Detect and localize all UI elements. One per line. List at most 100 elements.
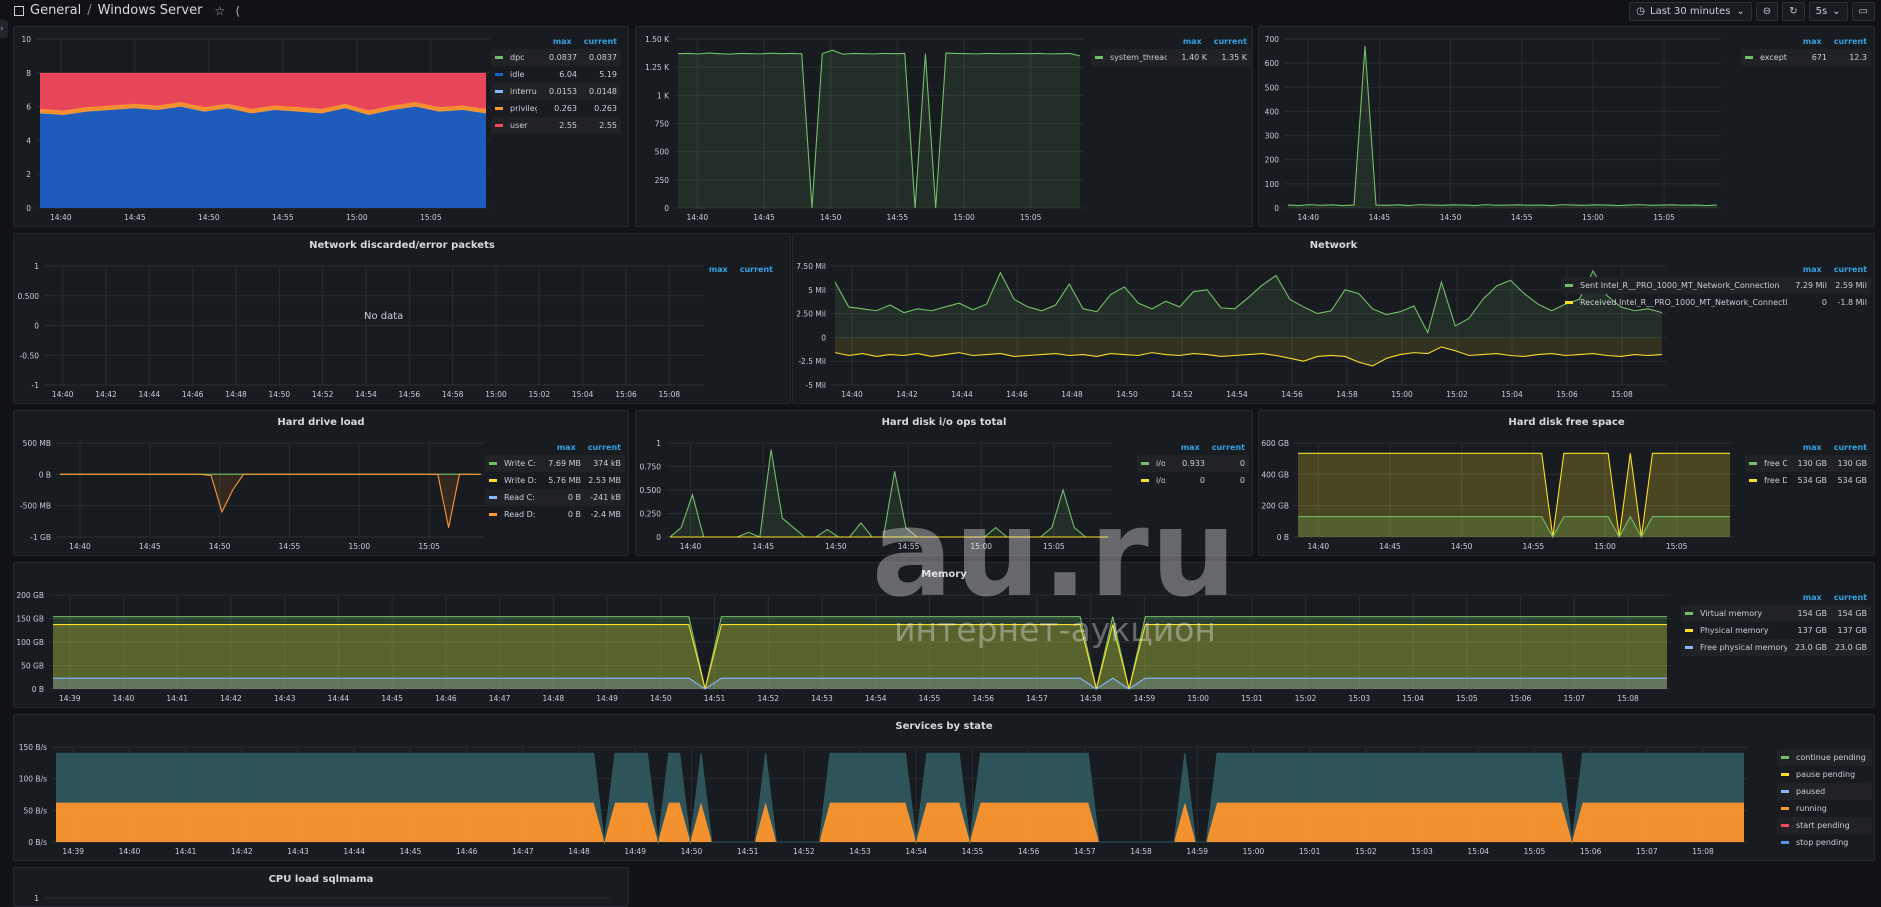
- share-icon[interactable]: ⟨: [235, 4, 240, 18]
- legend-current-header[interactable]: current: [584, 35, 617, 49]
- dashboard-title[interactable]: Windows Server: [98, 3, 203, 18]
- legend-header: max current: [1745, 441, 1871, 455]
- zoom-out-button[interactable]: ⊖: [1756, 2, 1778, 21]
- x-tick-label: 15:07: [1563, 694, 1585, 703]
- x-tick-label: 15:02: [1446, 390, 1468, 399]
- legend-item[interactable]: user2.552.55: [491, 117, 621, 134]
- legend-max-header[interactable]: max: [709, 263, 728, 277]
- legend-series-name: privileged: [510, 104, 537, 113]
- hdload-panel[interactable]: Hard drive load-1 GB-500 MB0 B500 MB14:4…: [13, 410, 629, 556]
- x-tick-label: 14:50: [269, 390, 291, 399]
- legend-current-value: 0.0837: [577, 53, 617, 62]
- legend-current-header[interactable]: current: [1834, 263, 1867, 277]
- legend-item[interactable]: i/o D:00: [1137, 472, 1249, 489]
- legend-item[interactable]: i/o C:0.9330: [1137, 455, 1249, 472]
- netdisc-panel[interactable]: Network discarded/error packets-1-0.5000…: [13, 233, 791, 404]
- legend-max-value: 0 B: [541, 493, 581, 502]
- refresh-interval-picker[interactable]: 5s⌄: [1809, 2, 1848, 21]
- legend-item[interactable]: Virtual memory154 GB154 GB: [1681, 605, 1871, 622]
- cpu-panel[interactable]: 024681014:4014:4514:5014:5515:0015:05max…: [13, 26, 629, 227]
- hdio-panel[interactable]: Hard disk i/o ops total00.2500.5000.7501…: [635, 410, 1253, 556]
- legend-swatch: [1685, 612, 1693, 615]
- legend-item[interactable]: pause pending: [1777, 766, 1872, 783]
- hdfree-panel[interactable]: Hard disk free space0 B200 GB400 GB600 G…: [1258, 410, 1875, 556]
- x-tick-label: 14:55: [887, 213, 909, 222]
- legend-max-header[interactable]: max: [1181, 441, 1200, 455]
- legend-current-header[interactable]: current: [1214, 35, 1247, 49]
- threads-panel[interactable]: 02505007501 K1.25 K1.50 K14:4014:4514:50…: [635, 26, 1253, 227]
- y-tick-label: -5 Mil: [805, 381, 826, 390]
- legend-item[interactable]: continue pending: [1777, 749, 1872, 766]
- legend-max-header[interactable]: max: [1183, 35, 1202, 49]
- legend-max-header[interactable]: max: [553, 35, 572, 49]
- legend-swatch: [489, 513, 497, 516]
- legend-max-header[interactable]: max: [1803, 263, 1822, 277]
- legend-item[interactable]: paused: [1777, 783, 1872, 800]
- x-tick-label: 15:06: [1580, 847, 1602, 856]
- legend-max-value: 6.04: [537, 70, 577, 79]
- legend-current-header[interactable]: current: [1834, 35, 1867, 49]
- x-tick-label: 14:47: [512, 847, 534, 856]
- y-tick-label: 0: [1274, 204, 1279, 213]
- legend-max-value: 0: [1165, 476, 1205, 485]
- legend-item[interactable]: Write D:5.76 MB2.53 MB: [485, 472, 625, 489]
- x-tick-label: 15:02: [1355, 847, 1377, 856]
- tv-mode-button[interactable]: ▭: [1852, 2, 1875, 21]
- x-tick-label: 15:08: [1611, 390, 1633, 399]
- services-panel[interactable]: Services by state0 B/s50 B/s100 B/s150 B…: [13, 714, 1875, 861]
- legend-item[interactable]: interrupt0.01530.0148: [491, 83, 621, 100]
- legend-item[interactable]: exceptions67112.3: [1741, 49, 1871, 66]
- legend-max-header[interactable]: max: [557, 441, 576, 455]
- legend-current-header[interactable]: current: [1834, 441, 1867, 455]
- legend-current-header[interactable]: current: [1212, 441, 1245, 455]
- legend-header: max current: [485, 441, 625, 455]
- sidebar-toggle[interactable]: ›: [0, 20, 8, 38]
- x-tick-label: 15:00: [1243, 847, 1265, 856]
- legend-max-header[interactable]: max: [1803, 35, 1822, 49]
- cpusql-panel[interactable]: CPU load sqlmama1: [13, 867, 629, 907]
- legend-item[interactable]: Free physical memory23.0 GB23.0 GB: [1681, 639, 1871, 656]
- legend-current-value: 0.263: [577, 104, 617, 113]
- legend-swatch: [1745, 56, 1753, 59]
- time-range-picker[interactable]: ◷Last 30 minutes⌄: [1629, 2, 1752, 21]
- breadcrumb-folder[interactable]: General: [30, 3, 81, 18]
- legend-item[interactable]: Sent Intel_R__PRO_1000_MT_Network_Connec…: [1561, 277, 1871, 294]
- cpu-legend: max currentdpc0.08370.0837idle6.045.19int…: [491, 35, 621, 134]
- legend-current-header[interactable]: current: [588, 441, 621, 455]
- legend-max-header[interactable]: max: [1803, 441, 1822, 455]
- legend-item[interactable]: dpc0.08370.0837: [491, 49, 621, 66]
- x-tick-label: 14:55: [279, 542, 301, 551]
- y-tick-label: 0: [664, 204, 669, 213]
- x-tick-label: 14:48: [1061, 390, 1083, 399]
- refresh-button[interactable]: ↻: [1782, 2, 1804, 21]
- legend-max-value: 5.76 MB: [541, 476, 581, 485]
- legend-item[interactable]: privileged0.2630.263: [491, 100, 621, 117]
- legend-current-header[interactable]: current: [740, 263, 773, 277]
- legend-item[interactable]: Physical memory137 GB137 GB: [1681, 622, 1871, 639]
- legend-item[interactable]: start pending: [1777, 817, 1872, 834]
- x-tick-label: 14:58: [442, 390, 464, 399]
- x-tick-label: 14:42: [95, 390, 117, 399]
- x-tick-label: 14:45: [1369, 213, 1391, 222]
- legend-max-header[interactable]: max: [1803, 591, 1822, 605]
- star-icon[interactable]: ☆: [214, 4, 225, 18]
- legend-item[interactable]: stop pending: [1777, 834, 1872, 851]
- memory-panel[interactable]: Memory0 B50 GB100 GB150 GB200 GB14:3914:…: [13, 562, 1875, 708]
- legend-current-header[interactable]: current: [1834, 591, 1867, 605]
- legend-swatch: [489, 496, 497, 499]
- legend-item[interactable]: Read C:0 B-241 kB: [485, 489, 625, 506]
- apps-icon[interactable]: [14, 6, 24, 16]
- exceptions-panel[interactable]: 010020030040050060070014:4014:4514:5014:…: [1258, 26, 1875, 227]
- legend-item[interactable]: idle6.045.19: [491, 66, 621, 83]
- legend-swatch: [1141, 462, 1149, 465]
- legend-item[interactable]: Read D:0 B-2.4 MB: [485, 506, 625, 523]
- legend-item[interactable]: system_threads1.40 K1.35 K: [1091, 49, 1251, 66]
- legend-item[interactable]: free C:130 GB130 GB: [1745, 455, 1871, 472]
- legend-item[interactable]: free D:534 GB534 GB: [1745, 472, 1871, 489]
- services-legend: continue pendingpause pendingpausedrunni…: [1777, 749, 1872, 851]
- legend-item[interactable]: running: [1777, 800, 1872, 817]
- network-panel[interactable]: Network-5 Mil-2.5 Mil02.50 Mil5 Mil7.50 …: [792, 233, 1875, 404]
- y-tick-label: 1.25 K: [645, 63, 670, 72]
- legend-item[interactable]: Write C:7.69 MB374 kB: [485, 455, 625, 472]
- legend-item[interactable]: Received Intel_R__PRO_1000_MT_Network_Co…: [1561, 294, 1871, 311]
